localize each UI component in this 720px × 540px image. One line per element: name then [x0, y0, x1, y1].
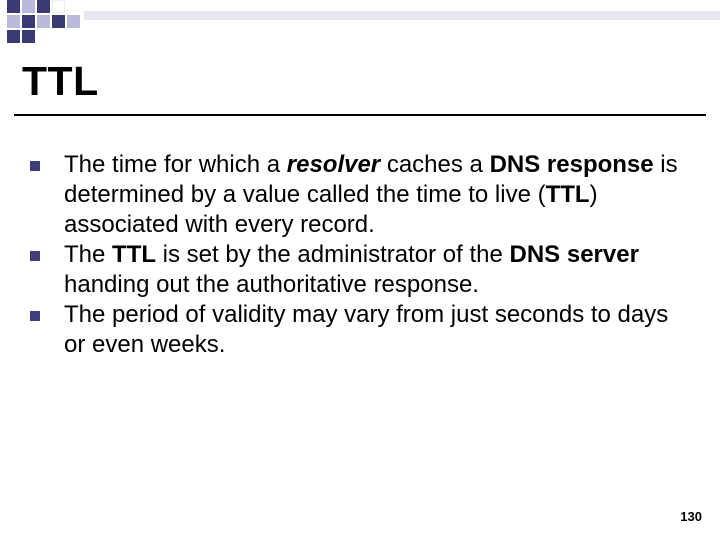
bullet-text: The time for which a resolver caches a D…: [64, 150, 696, 240]
bullet-item: The TTL is set by the administrator of t…: [26, 240, 696, 300]
title-underline: [14, 114, 706, 116]
bullet-item: The period of validity may vary from jus…: [26, 300, 696, 360]
slide-body: The time for which a resolver caches a D…: [26, 150, 696, 360]
header-decoration: [0, 0, 720, 48]
square-bullet-icon: [30, 251, 40, 261]
page-number: 130: [680, 509, 702, 524]
bullet-text: The TTL is set by the administrator of t…: [64, 240, 696, 300]
square-bullet-icon: [30, 311, 40, 321]
slide-title: TTL: [22, 58, 99, 105]
bullet-text: The period of validity may vary from jus…: [64, 300, 696, 360]
square-bullet-icon: [30, 161, 40, 171]
bullet-item: The time for which a resolver caches a D…: [26, 150, 696, 240]
